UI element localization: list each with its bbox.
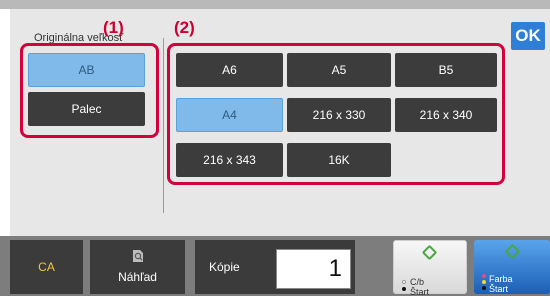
start-color-line2: Štart bbox=[489, 284, 509, 294]
top-border bbox=[0, 0, 550, 9]
start-color-button[interactable]: Farba Štart bbox=[474, 240, 550, 294]
copies-label: Kópie bbox=[209, 260, 240, 274]
start-bw-line2: Štart bbox=[410, 287, 430, 296]
panel: Originálna veľkosť (1) (2) AB Palec A6 A… bbox=[0, 0, 550, 296]
white-dot-icon bbox=[402, 280, 406, 284]
size-button-a5[interactable]: A5 bbox=[287, 53, 391, 87]
copies-input[interactable]: 1 bbox=[276, 249, 351, 289]
size-button-16k[interactable]: 16K bbox=[287, 143, 391, 177]
start-icon bbox=[504, 243, 521, 260]
clear-all-button[interactable]: CA bbox=[10, 240, 83, 294]
ok-button[interactable]: OK bbox=[511, 22, 545, 50]
group-1-marker: (1) bbox=[103, 18, 124, 37]
preview-icon bbox=[133, 250, 143, 262]
size-button-216x343[interactable]: 216 x 343 bbox=[176, 143, 283, 177]
start-icon bbox=[421, 244, 438, 261]
preview-label: Náhľad bbox=[118, 270, 157, 284]
black-dot-icon bbox=[482, 286, 486, 290]
start-bw-line1: C/b bbox=[410, 277, 425, 287]
start-bw-button[interactable]: C/b Štart bbox=[393, 240, 467, 296]
yellow-dot-icon bbox=[482, 280, 486, 284]
section-divider bbox=[163, 38, 164, 213]
preview-button[interactable]: Náhľad bbox=[90, 240, 185, 294]
start-color-line1: Farba bbox=[489, 274, 513, 284]
group-2-marker: (2) bbox=[174, 18, 195, 37]
size-button-216x330[interactable]: 216 x 330 bbox=[287, 98, 391, 132]
ab-type-button[interactable]: AB bbox=[28, 53, 145, 87]
inch-type-button[interactable]: Palec bbox=[28, 92, 145, 126]
size-button-216x340[interactable]: 216 x 340 bbox=[395, 98, 497, 132]
size-button-b5[interactable]: B5 bbox=[395, 53, 497, 87]
size-button-a4[interactable]: A4 bbox=[176, 98, 283, 132]
magenta-dot-icon bbox=[482, 274, 486, 278]
black-dot-icon bbox=[402, 287, 406, 291]
size-button-a6[interactable]: A6 bbox=[176, 53, 283, 87]
